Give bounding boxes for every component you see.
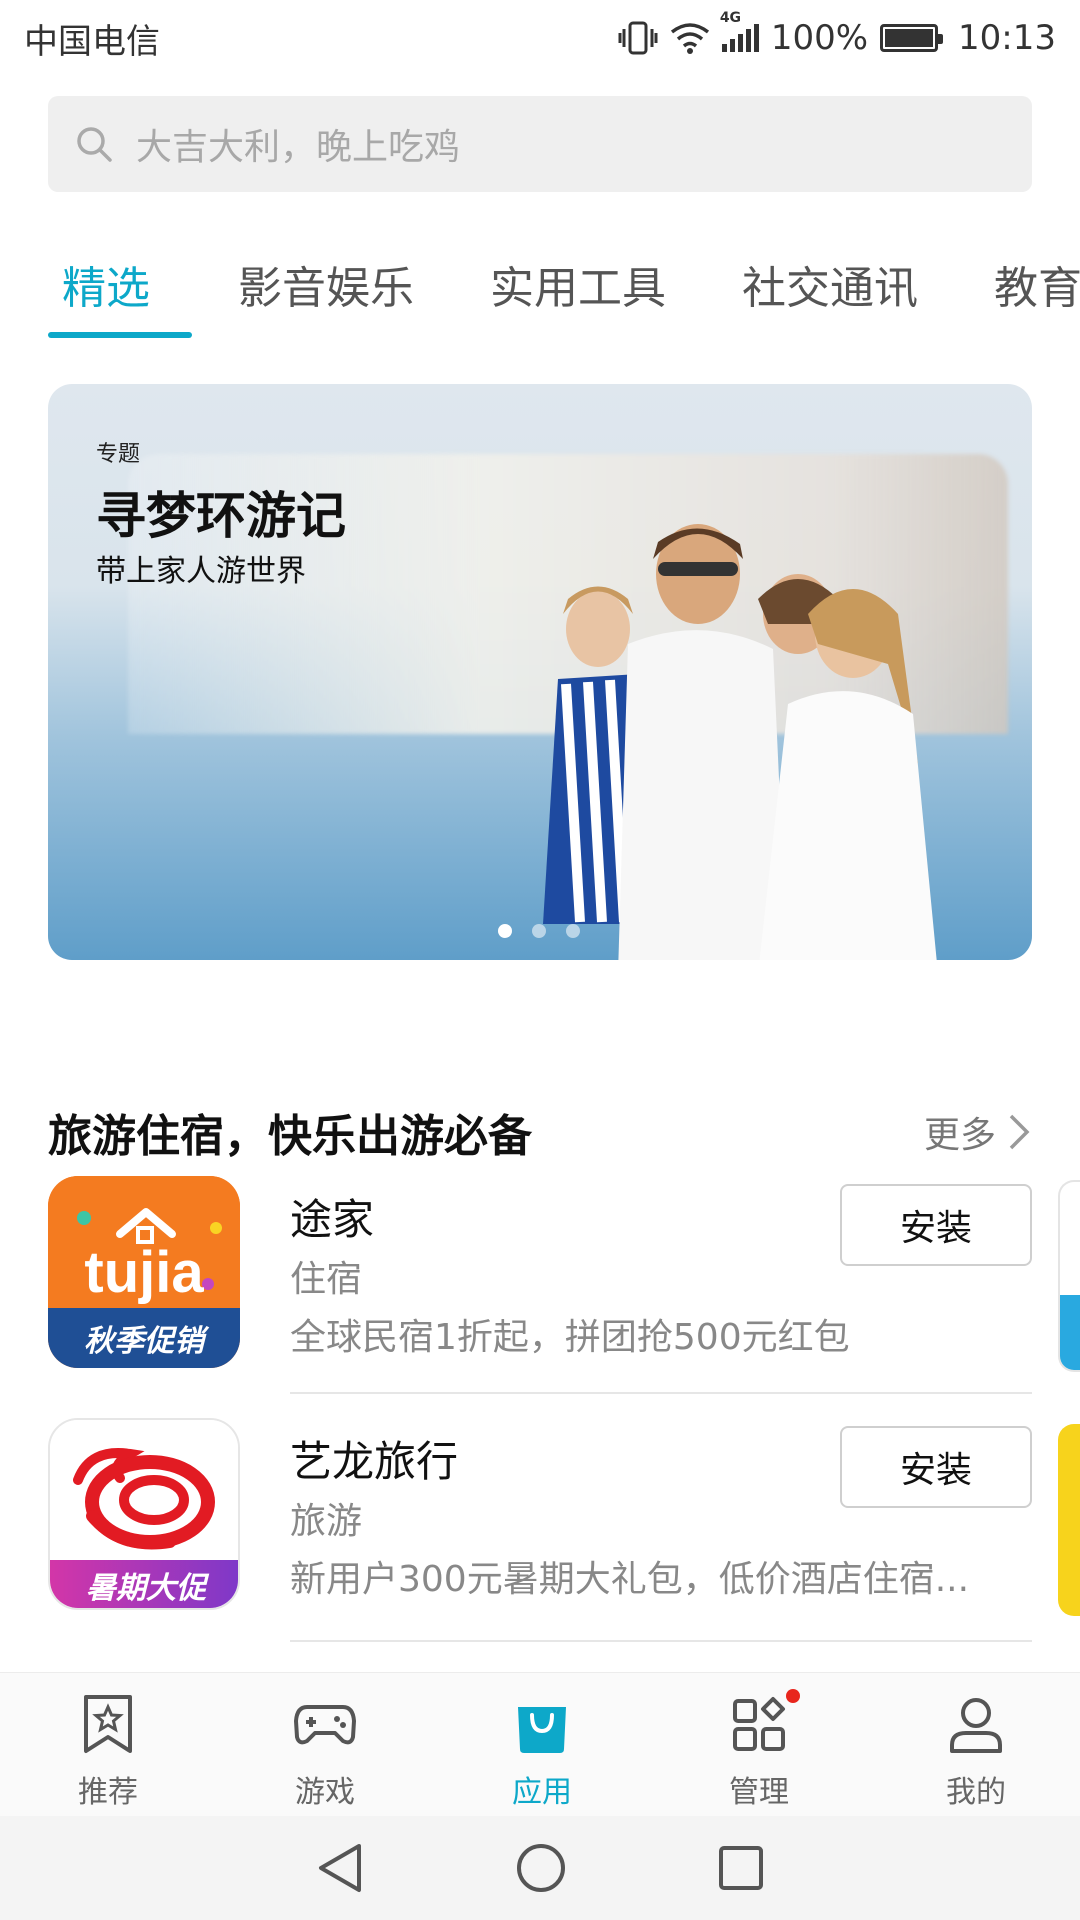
icon-promo-badge: 暑期大促: [86, 1571, 210, 1606]
nav-manage[interactable]: 管理: [684, 1689, 834, 1811]
tab-entertainment[interactable]: 影音娱乐: [238, 252, 414, 316]
search-bar[interactable]: 大吉大利，晚上吃鸡: [48, 96, 1032, 192]
app-name: 途家: [290, 1195, 375, 1244]
back-icon[interactable]: [315, 1842, 365, 1894]
network-type: 4G: [719, 10, 742, 26]
tab-featured[interactable]: 精选: [62, 252, 150, 316]
app-list-item[interactable]: 暑期大促 艺龙旅行 旅游 新用户300元暑期大礼包，低价酒店住宿... 安装: [48, 1418, 1032, 1618]
notification-dot: [786, 1689, 800, 1703]
clock: 10:13: [958, 18, 1056, 58]
banner-subtitle: 带上家人游世界: [96, 554, 306, 589]
app-icon-tujia: tujia 秋季促销: [48, 1176, 240, 1368]
list-divider: [290, 1392, 1032, 1394]
nav-label: 推荐: [78, 1775, 138, 1810]
battery-percent: 100%: [770, 18, 869, 58]
tab-social[interactable]: 社交通讯: [742, 252, 918, 316]
star-bookmark-icon: [84, 1695, 132, 1753]
app-category: 旅游: [290, 1501, 363, 1542]
tujia-logo-text: tujia: [84, 1240, 204, 1305]
app-list-item[interactable]: tujia 秋季促销 途家 住宿 全球民宿1折起，拼团抢500元红包 安装: [48, 1176, 1032, 1376]
app-icon-elong: 暑期大促: [48, 1418, 240, 1610]
banner-family-image: [543, 524, 937, 960]
install-button[interactable]: 安装: [840, 1426, 1032, 1508]
next-column-card[interactable]: [1058, 1180, 1080, 1372]
banner-page-indicator: [498, 924, 580, 938]
person-icon: [950, 1698, 1002, 1753]
shopping-bag-icon: [518, 1707, 566, 1753]
nav-apps[interactable]: 应用: [467, 1693, 617, 1811]
gamepad-icon: [294, 1705, 356, 1745]
app-description: 新用户300元暑期大礼包，低价酒店住宿...: [290, 1559, 970, 1600]
wifi-icon: [670, 22, 710, 54]
status-bar: 中国电信 4G 100% 10:13: [0, 0, 1080, 76]
grid-manage-icon: [733, 1697, 785, 1751]
icon-promo-badge: 秋季促销: [84, 1324, 210, 1359]
recent-apps-icon[interactable]: [717, 1844, 765, 1892]
cellular-signal-icon: 4G: [720, 10, 759, 52]
nav-label: 游戏: [295, 1775, 355, 1810]
search-icon: [74, 124, 114, 164]
system-navigation-bar: [0, 1816, 1080, 1920]
carrier-name: 中国电信: [24, 21, 160, 62]
app-description: 全球民宿1折起，拼团抢500元红包: [290, 1317, 850, 1358]
vibrate-icon: [618, 21, 658, 55]
tab-education[interactable]: 教育: [994, 252, 1080, 316]
status-icons: 4G 100% 10:13: [618, 10, 1056, 58]
home-icon[interactable]: [515, 1842, 567, 1894]
install-button[interactable]: 安装: [840, 1184, 1032, 1266]
nav-label: 应用: [512, 1775, 572, 1810]
category-tabs: 精选 影音娱乐 实用工具 社交通讯 教育: [0, 252, 1080, 338]
banner-label: 专题: [96, 442, 141, 467]
active-tab-indicator: [48, 332, 192, 338]
page-dot: [498, 924, 512, 938]
tab-tools[interactable]: 实用工具: [490, 252, 666, 316]
next-column-card[interactable]: [1058, 1424, 1080, 1616]
nav-mine[interactable]: 我的: [901, 1693, 1051, 1811]
nav-label: 我的: [946, 1775, 1006, 1810]
search-placeholder: 大吉大利，晚上吃鸡: [136, 127, 461, 168]
more-label: 更多: [923, 1115, 996, 1156]
page-dot: [566, 924, 580, 938]
battery-icon: [880, 24, 944, 52]
page-dot: [532, 924, 546, 938]
list-divider: [290, 1640, 1032, 1642]
banner-title: 寻梦环游记: [96, 487, 346, 545]
section-title: 旅游住宿，快乐出游必备: [48, 1111, 532, 1162]
bottom-navigation: 推荐 游戏 应用 管理 我的: [0, 1672, 1080, 1816]
chevron-right-icon: [1009, 1114, 1030, 1150]
more-link[interactable]: 更多: [924, 1106, 1030, 1158]
featured-banner[interactable]: 专题 寻梦环游记 带上家人游世界: [48, 384, 1032, 960]
app-category: 住宿: [290, 1259, 363, 1300]
nav-label: 管理: [729, 1775, 789, 1810]
app-name: 艺龙旅行: [290, 1437, 459, 1486]
nav-recommend[interactable]: 推荐: [33, 1693, 183, 1811]
nav-games[interactable]: 游戏: [250, 1693, 400, 1811]
